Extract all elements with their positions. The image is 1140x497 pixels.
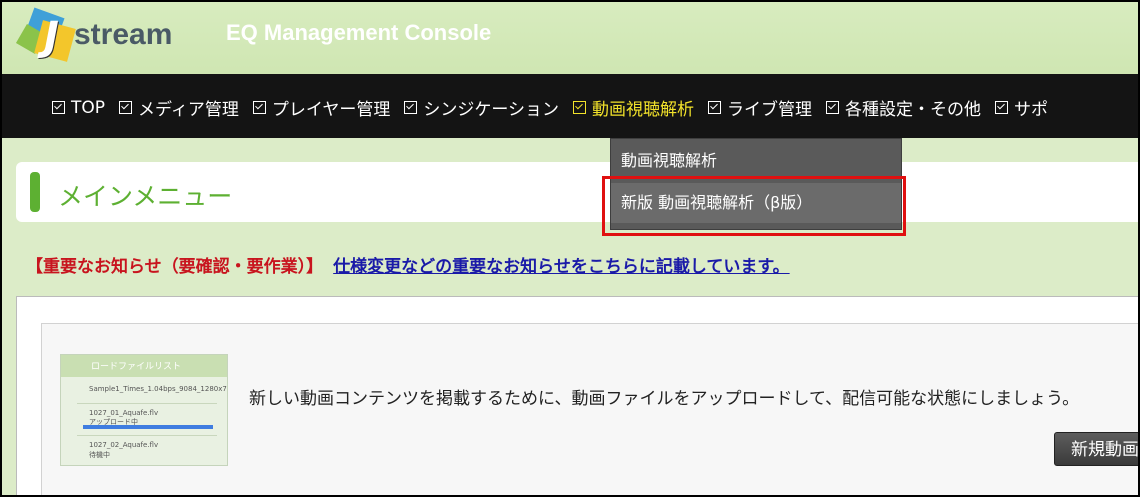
main-menu-header: メインメニュー [16, 162, 1138, 222]
nav-item-media[interactable]: メディア管理 [119, 95, 239, 120]
accent-bar [30, 172, 40, 212]
thumbnail-row: 1027_01_Aquafe.flv [89, 409, 159, 417]
nav-item-top[interactable]: TOP [52, 95, 105, 120]
app-header: J stream EQ Management Console [2, 2, 1138, 74]
checkbox-icon [119, 101, 133, 114]
checkbox-icon [252, 101, 266, 114]
new-video-button[interactable]: 新規動画 [1054, 432, 1138, 466]
nav-item-label: メディア管理 [138, 100, 239, 120]
checkbox-icon [995, 101, 1009, 114]
thumbnail-row: 待機中 [89, 451, 110, 459]
thumbnail-row: Sample1_Times_1.04bps_9084_1280x720 [89, 385, 228, 393]
nav-item-label: 動画視聴解析 [592, 100, 695, 120]
logo-wordmark: stream [74, 18, 173, 51]
dropdown-item-analytics[interactable]: 動画視聴解析 [611, 141, 901, 181]
nav-item-player[interactable]: プレイヤー管理 [252, 95, 391, 120]
thumbnail-title: ロードファイルリスト [91, 362, 182, 372]
nav-item-label: TOP [71, 97, 106, 118]
nav-item-live[interactable]: ライブ管理 [708, 95, 812, 120]
nav-item-label: シンジケーション [423, 100, 560, 120]
nav-items: TOP メディア管理 プレイヤー管理 シンジケーション 動画視聴解析 ライブ管理… [52, 95, 1062, 120]
checkbox-icon [52, 101, 65, 114]
thumbnail-progress-bar [83, 425, 213, 429]
checkbox-icon [404, 101, 418, 114]
main-nav: TOP メディア管理 プレイヤー管理 シンジケーション 動画視聴解析 ライブ管理… [2, 74, 1138, 138]
thumbnail-divider [77, 435, 217, 436]
nav-item-syndication[interactable]: シンジケーション [404, 95, 559, 120]
upload-card: ロードファイルリスト Sample1_Times_1.04bps_9084_12… [41, 323, 1138, 495]
nav-item-label: ライブ管理 [727, 100, 813, 120]
nav-item-label: 各種設定・その他 [845, 100, 982, 120]
nav-item-label: サポ [1014, 100, 1049, 120]
checkbox-icon [826, 101, 840, 114]
logo-letter-j: J [44, 14, 59, 60]
notice-label: 【重要なお知らせ（要確認・要作業）】 [26, 257, 324, 277]
app-title: EQ Management Console [226, 20, 492, 45]
thumbnail-divider [77, 403, 217, 404]
checkbox-icon [573, 101, 587, 114]
page-title: メインメニュー [58, 182, 233, 211]
jstream-logo[interactable]: J stream [15, 4, 198, 66]
nav-item-support[interactable]: サポ [995, 95, 1048, 120]
important-notice: 【重要なお知らせ（要確認・要作業）】 仕様変更などの重要なお知らせをこちらに記載し… [26, 252, 790, 277]
content-panel: ロードファイルリスト Sample1_Times_1.04bps_9084_12… [16, 296, 1138, 495]
screenshot-frame: J stream EQ Management Console TOP メディア管… [0, 0, 1140, 497]
checkbox-icon [708, 101, 722, 114]
thumbnail-row: 1027_02_Aquafe.flv [89, 441, 159, 449]
nav-item-label: プレイヤー管理 [271, 100, 391, 120]
upload-description: 新しい動画コンテンツを掲載するために、動画ファイルをアップロードして、配信可能な… [249, 389, 1080, 409]
highlight-box [602, 176, 906, 236]
thumbnail-header: ロードファイルリスト [61, 355, 227, 377]
notice-link[interactable]: 仕様変更などの重要なお知らせをこちらに記載しています。 [333, 257, 789, 277]
nav-item-settings[interactable]: 各種設定・その他 [826, 95, 981, 120]
upload-thumbnail: ロードファイルリスト Sample1_Times_1.04bps_9084_12… [60, 354, 228, 466]
nav-item-analytics[interactable]: 動画視聴解析 [573, 95, 694, 120]
